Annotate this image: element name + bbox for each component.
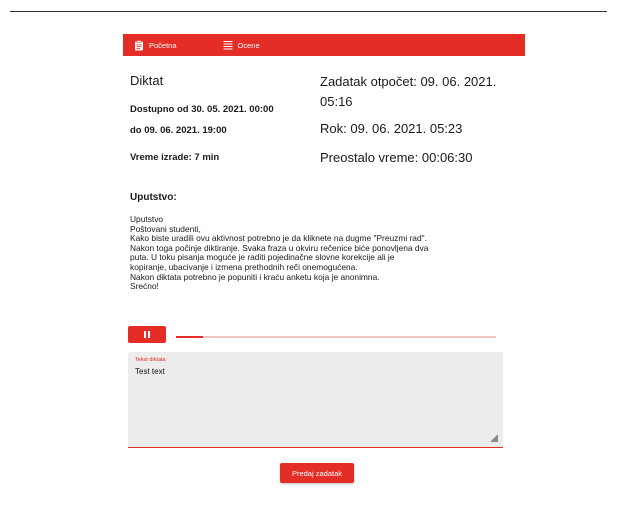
instructions-body: Uputstvo Poštovani studenti, Kako biste … <box>130 214 515 292</box>
audio-progress-fill <box>176 336 204 338</box>
dictation-field-value[interactable]: Test text <box>135 367 165 376</box>
instructions-line: Srećno! <box>130 281 159 292</box>
instructions-heading: Uputstvo: <box>130 192 177 203</box>
instructions-line: Nakon diktata potrebno je popuniti i kra… <box>130 271 380 282</box>
dictation-field-label: Tekst diktata <box>135 357 166 363</box>
task-title: Diktat <box>130 73 164 88</box>
nav-grades-label: Ocene <box>237 40 260 50</box>
top-divider <box>10 11 607 12</box>
resize-handle-icon[interactable] <box>490 434 498 442</box>
audio-progress-bar[interactable] <box>176 336 496 338</box>
available-from: Dostupno od 30. 05. 2021. 00:00 <box>130 104 274 115</box>
pause-icon <box>143 331 151 338</box>
pause-button[interactable] <box>128 326 166 343</box>
dictation-textarea[interactable]: Tekst diktata Test text <box>128 352 503 448</box>
list-icon <box>223 40 233 49</box>
nav-home[interactable]: Početna <box>134 39 177 51</box>
clipboard-icon <box>135 39 143 50</box>
available-to: do 09. 06. 2021. 19:00 <box>130 125 227 136</box>
navbar: Početna Ocene <box>123 34 525 56</box>
deadline: Rok: 09. 06. 2021. 05:23 <box>320 121 463 136</box>
submit-button[interactable]: Predaj zadatak <box>280 463 354 483</box>
remaining-time: Preostalo vreme: 00:06:30 <box>320 150 473 165</box>
nav-grades[interactable]: Ocene <box>223 40 260 51</box>
nav-home-label: Početna <box>149 40 177 50</box>
started-at: Zadatak otpočet: 09. 06. 2021. 05:16 <box>320 74 497 109</box>
duration: Vreme izrade: 7 min <box>130 152 220 163</box>
